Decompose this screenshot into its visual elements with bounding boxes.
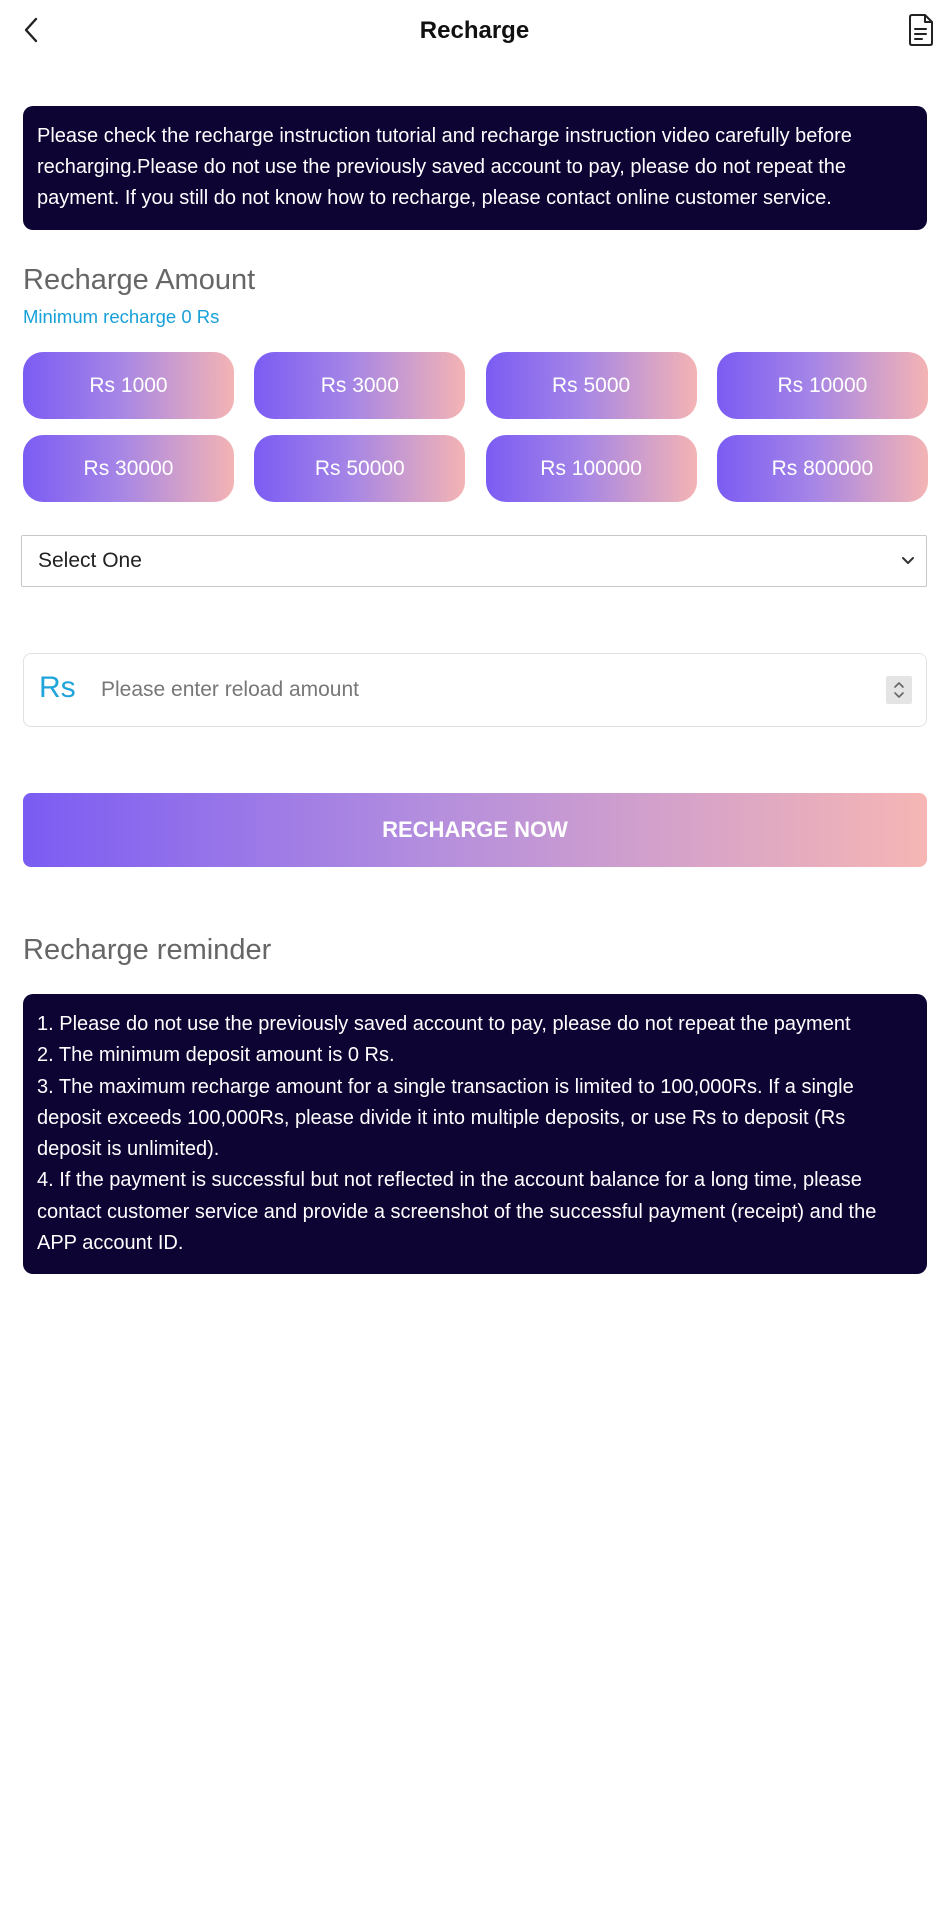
reminder-item: 1. Please do not use the previously save… <box>37 1013 851 1035</box>
recharge-reminder-box: 1. Please do not use the previously save… <box>23 994 927 1274</box>
amount-option-5000[interactable]: Rs 5000 <box>485 352 697 419</box>
amount-option-100000[interactable]: Rs 100000 <box>485 435 697 502</box>
minimum-recharge-text: Minimum recharge 0 Rs <box>23 306 220 327</box>
amount-option-800000[interactable]: Rs 800000 <box>716 435 928 502</box>
recharge-reminder-title: Recharge reminder <box>23 934 272 966</box>
amount-option-3000[interactable]: Rs 3000 <box>254 352 466 419</box>
reminder-item: 3. The maximum recharge amount for a sin… <box>37 1075 854 1161</box>
recharge-notice: Please check the recharge instruction tu… <box>23 106 927 230</box>
amount-option-10000[interactable]: Rs 10000 <box>716 352 928 419</box>
currency-prefix: Rs <box>39 671 76 704</box>
amount-option-30000[interactable]: Rs 30000 <box>23 435 234 502</box>
reminder-item: 4. If the payment is successful but not … <box>37 1169 877 1255</box>
app-header: Recharge <box>0 0 949 62</box>
number-stepper[interactable] <box>886 676 912 704</box>
stepper-arrows-icon <box>894 682 904 698</box>
document-icon <box>909 14 933 46</box>
payment-channel-select[interactable]: Select One <box>21 535 927 587</box>
amount-option-1000[interactable]: Rs 1000 <box>23 352 234 419</box>
reminder-item: 2. The minimum deposit amount is 0 Rs. <box>37 1044 395 1067</box>
amount-input-field: Rs <box>23 653 927 727</box>
recharge-record-button[interactable] <box>905 12 937 48</box>
chevron-down-icon <box>902 557 914 564</box>
amount-options: Rs 1000 Rs 3000 Rs 5000 Rs 10000 Rs 3000… <box>23 352 928 502</box>
select-value: Select One <box>38 549 142 572</box>
recharge-amount-title: Recharge Amount <box>23 264 256 296</box>
page-title: Recharge <box>419 17 530 44</box>
recharge-now-button[interactable]: RECHARGE NOW <box>23 793 927 867</box>
amount-option-50000[interactable]: Rs 50000 <box>254 435 466 502</box>
reload-amount-input[interactable] <box>101 672 861 708</box>
